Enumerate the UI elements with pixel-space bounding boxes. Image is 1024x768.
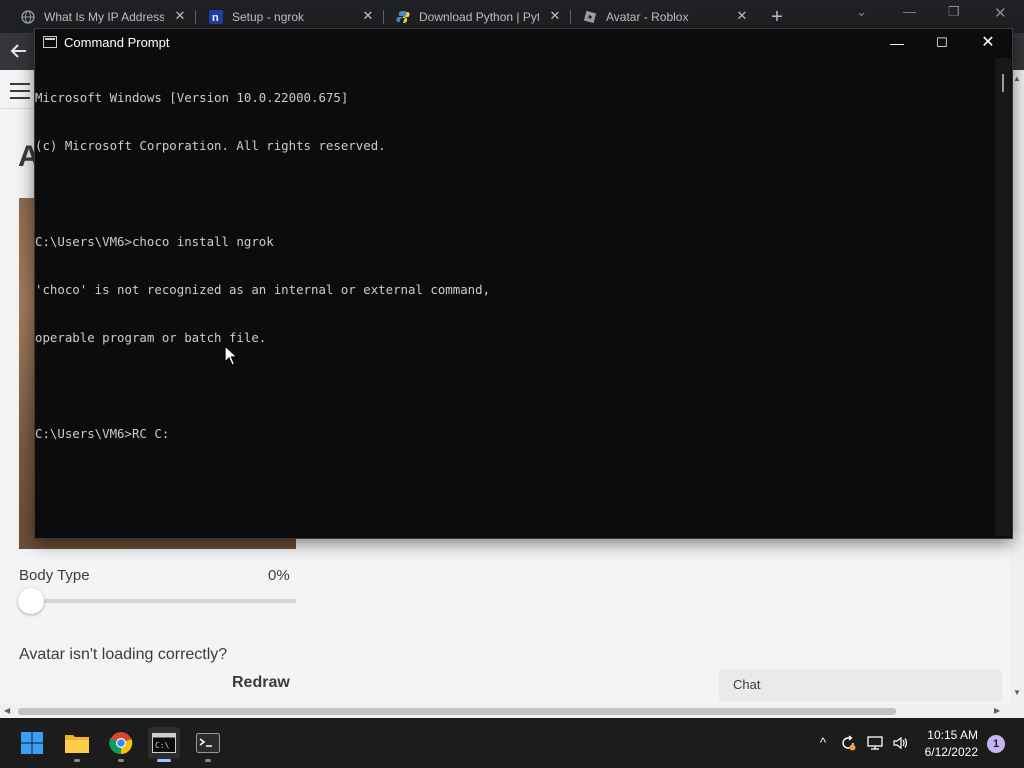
show-hidden-icons-chevron-icon[interactable]: ^ xyxy=(815,735,831,751)
console-line: Microsoft Windows [Version 10.0.22000.67… xyxy=(35,90,349,105)
clock-date[interactable]: 6/12/2022 xyxy=(920,745,978,759)
tab-label: What Is My IP Address xyxy=(44,9,164,24)
back-arrow-icon[interactable] xyxy=(10,42,32,62)
console-line: C:\Users\VM6>choco install ngrok xyxy=(35,234,274,249)
close-tab-icon[interactable]: ✕ xyxy=(548,9,562,23)
scroll-right-arrow-icon[interactable]: ▶ xyxy=(994,706,1000,715)
scroll-left-arrow-icon[interactable]: ◀ xyxy=(4,706,10,715)
volume-icon[interactable] xyxy=(892,735,908,751)
cmd-console-output[interactable]: Microsoft Windows [Version 10.0.22000.67… xyxy=(35,58,995,536)
scroll-up-arrow-icon[interactable]: ▲ xyxy=(1013,74,1021,83)
command-prompt-window[interactable]: Command Prompt — ☐ ✕ Microsoft Windows [… xyxy=(34,28,1013,539)
close-tab-icon[interactable]: ✕ xyxy=(173,9,187,23)
console-input-line[interactable]: C:\Users\VM6>RC C: xyxy=(35,426,995,442)
tab-label: Download Python | Pyt xyxy=(419,9,539,24)
console-line: operable program or batch file. xyxy=(35,330,267,345)
globe-icon xyxy=(20,9,36,25)
file-explorer-icon[interactable] xyxy=(61,727,93,759)
avatar-loading-message: Avatar isn't loading correctly? xyxy=(19,646,228,663)
cmd-scrollbar[interactable] xyxy=(995,58,1011,536)
ngrok-icon: n xyxy=(208,9,224,25)
horizontal-scroll-thumb[interactable] xyxy=(18,708,896,715)
roblox-icon xyxy=(582,9,598,25)
notification-badge[interactable]: 1 xyxy=(987,735,1005,753)
minimize-icon[interactable]: — xyxy=(877,31,917,55)
close-browser-icon[interactable]: ✕ xyxy=(994,4,1007,22)
running-indicator xyxy=(205,759,211,762)
maximize-icon[interactable]: ☐ xyxy=(922,31,962,55)
scroll-down-arrow-icon[interactable]: ▼ xyxy=(1013,688,1021,697)
cmd-window-title: Command Prompt xyxy=(64,35,170,50)
minimize-browser-icon[interactable]: — xyxy=(903,4,916,19)
sync-icon[interactable] xyxy=(840,735,856,751)
running-indicator xyxy=(118,759,124,762)
clock-time[interactable]: 10:15 AM xyxy=(920,728,978,742)
console-line: (c) Microsoft Corporation. All rights re… xyxy=(35,138,386,153)
cmd-scroll-thumb[interactable] xyxy=(1002,74,1004,92)
body-type-slider-track[interactable] xyxy=(19,599,296,603)
command-prompt-icon[interactable]: C:\ xyxy=(148,727,180,759)
tab-label: Setup - ngrok xyxy=(232,9,305,24)
hamburger-menu-icon[interactable] xyxy=(10,83,30,99)
chrome-icon[interactable] xyxy=(105,727,137,759)
svg-text:C:\: C:\ xyxy=(155,741,170,750)
close-tab-icon[interactable]: ✕ xyxy=(361,9,375,23)
mouse-cursor-icon xyxy=(224,344,239,367)
chat-label: Chat xyxy=(733,677,761,692)
cmd-window-icon xyxy=(43,36,57,48)
cmd-title-bar[interactable]: Command Prompt — ☐ ✕ xyxy=(35,29,1012,56)
console-line: 'choco' is not recognized as an internal… xyxy=(35,282,491,297)
body-type-value: 0% xyxy=(268,567,290,584)
close-tab-icon[interactable]: ✕ xyxy=(735,9,749,23)
start-icon[interactable] xyxy=(16,727,48,759)
tab-search-icon[interactable]: ⌄ xyxy=(856,4,867,20)
network-icon[interactable] xyxy=(867,735,883,751)
new-tab-button[interactable]: + xyxy=(766,6,788,28)
restore-browser-icon[interactable]: ❐ xyxy=(948,4,960,20)
close-icon[interactable]: ✕ xyxy=(968,31,1008,55)
running-indicator xyxy=(74,759,80,762)
svg-text:n: n xyxy=(212,12,219,24)
chat-widget[interactable]: Chat xyxy=(719,669,1002,701)
tab-label: Avatar - Roblox xyxy=(606,9,689,24)
horizontal-scrollbar[interactable]: ◀ ▶ xyxy=(0,704,1010,718)
active-indicator xyxy=(157,759,171,762)
body-type-slider-thumb[interactable] xyxy=(18,588,44,614)
python-icon xyxy=(395,9,411,25)
redraw-button[interactable]: Redraw xyxy=(232,674,290,692)
terminal-icon[interactable] xyxy=(192,727,224,759)
body-type-label: Body Type xyxy=(19,567,90,584)
